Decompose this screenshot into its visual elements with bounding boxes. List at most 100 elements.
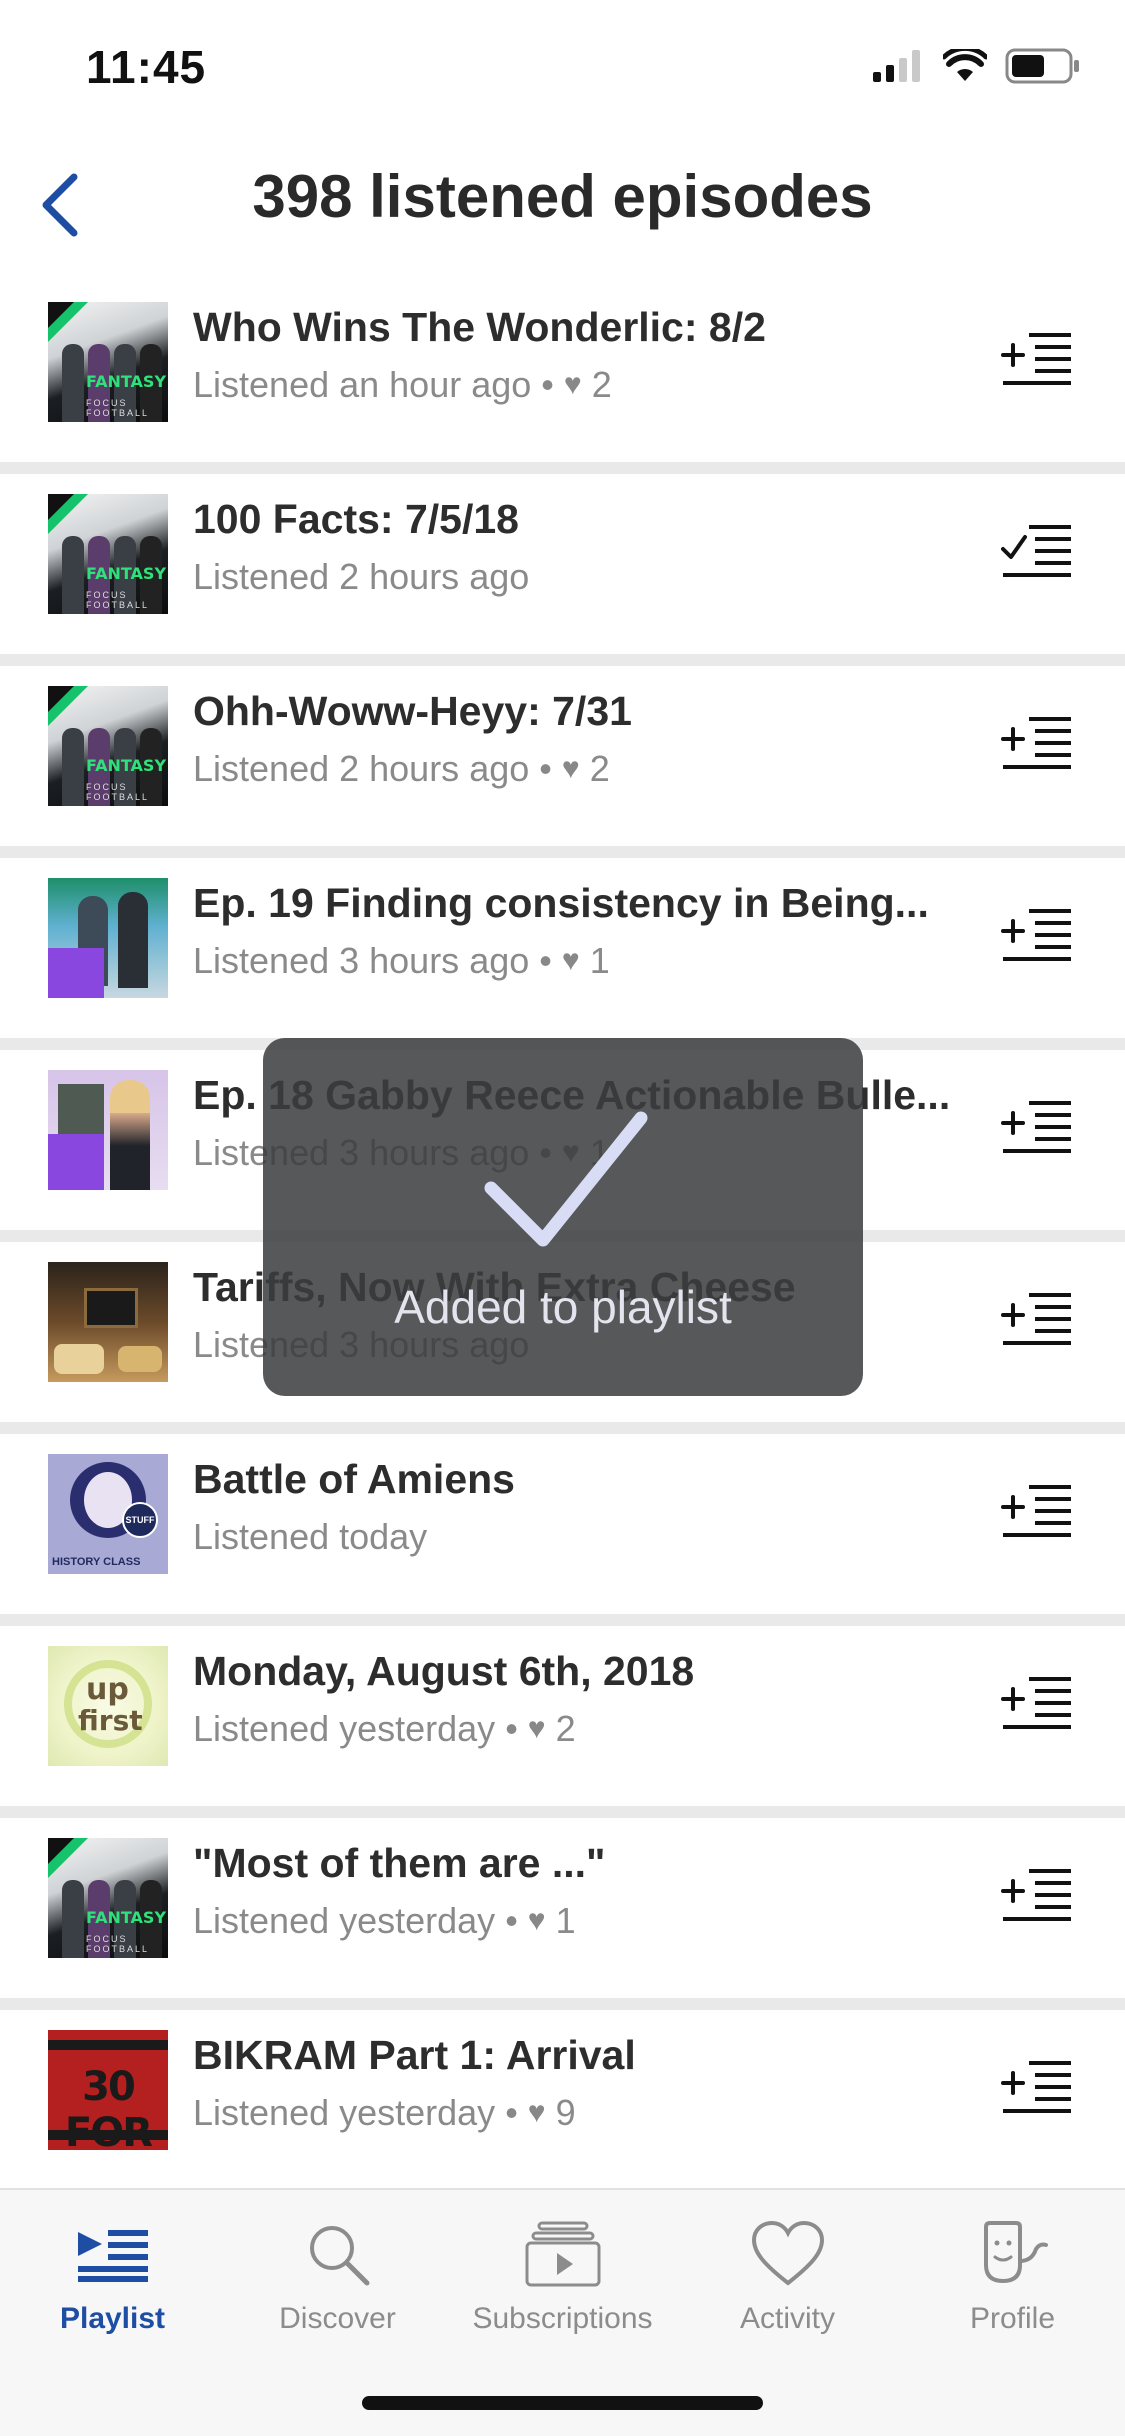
- artwork-text: first: [78, 1704, 143, 1737]
- episode-row[interactable]: Ep. 19 Finding consistency in Being... Li…: [0, 858, 1125, 1050]
- artwork-subtext: FOCUS FOOTBALL: [86, 1934, 150, 1954]
- episode-artwork: FANTASY FOCUS FOOTBALL: [48, 1838, 168, 1958]
- add-to-playlist-button[interactable]: [997, 322, 1077, 394]
- tab-label: Subscriptions: [472, 2302, 653, 2335]
- heart-icon: ♥: [561, 752, 580, 785]
- toast: Added to playlist: [263, 1038, 863, 1396]
- episode-meta: Listened today: [193, 1516, 427, 1558]
- artwork-text: FANTASY: [86, 372, 167, 391]
- episode-row[interactable]: up first Monday, August 6th, 2018 Listened …: [0, 1626, 1125, 1818]
- episode-row[interactable]: FANTASY FOCUS FOOTBALL "Most of them are .…: [0, 1818, 1125, 2010]
- separator-dot: •: [541, 364, 554, 405]
- episode-meta: Listened yesterday • ♥ 1: [193, 1900, 576, 1942]
- add-to-playlist-icon: [1001, 1677, 1071, 1729]
- episode-artwork: up first: [48, 1646, 168, 1766]
- episode-artwork: 30 FOR 30: [48, 2030, 168, 2150]
- add-to-playlist-icon: [1001, 1101, 1071, 1153]
- cellular-signal-icon: [873, 50, 920, 82]
- add-to-playlist-button[interactable]: [997, 1858, 1077, 1930]
- tab-activity[interactable]: Activity: [675, 2214, 900, 2344]
- tab-discover[interactable]: Discover: [225, 2214, 450, 2344]
- like-count: 1: [589, 940, 610, 981]
- episode-meta: Listened 2 hours ago: [193, 556, 529, 598]
- artwork-subtext: FOCUS FOOTBALL: [86, 398, 150, 418]
- tab-profile[interactable]: Profile: [900, 2214, 1125, 2344]
- home-indicator: [362, 2396, 763, 2410]
- artwork-text: FANTASY: [86, 756, 167, 775]
- separator-dot: •: [505, 1708, 518, 1749]
- episode-title: Who Wins The Wonderlic: 8/2: [193, 304, 766, 350]
- episode-artwork: FANTASY FOCUS FOOTBALL: [48, 302, 168, 422]
- status-icons: [873, 48, 1081, 84]
- episode-meta-text: Listened yesterday: [193, 1900, 496, 1941]
- artwork-text: HISTORY CLASS: [52, 1556, 141, 1568]
- add-to-playlist-button[interactable]: [997, 1090, 1077, 1162]
- episode-title: Ep. 19 Finding consistency in Being...: [193, 880, 929, 926]
- episode-row[interactable]: STUFF HISTORY CLASS Battle of Amiens Listen…: [0, 1434, 1125, 1626]
- episode-meta: Listened yesterday • ♥ 2: [193, 1708, 576, 1750]
- playlist-icon: [77, 2230, 148, 2282]
- tab-playlist[interactable]: Playlist: [0, 2214, 225, 2344]
- add-to-playlist-button[interactable]: [997, 1282, 1077, 1354]
- episode-row[interactable]: FANTASY FOCUS FOOTBALL Ohh-Woww-Heyy: 7/31…: [0, 666, 1125, 858]
- nav-header: 398 listened episodes: [0, 140, 1125, 270]
- episode-artwork: [48, 1070, 168, 1190]
- heart-icon: ♥: [561, 944, 580, 977]
- like-count: 1: [555, 1900, 576, 1941]
- wifi-icon: [943, 49, 987, 81]
- separator-dot: •: [539, 748, 552, 789]
- episode-meta-text: Listened 3 hours ago: [193, 940, 530, 981]
- like-count: 2: [589, 748, 610, 789]
- episode-artwork: [48, 878, 168, 998]
- add-to-playlist-button[interactable]: [997, 2050, 1077, 2122]
- add-to-playlist-icon: [1001, 909, 1071, 961]
- add-to-playlist-button[interactable]: [997, 898, 1077, 970]
- add-to-playlist-button[interactable]: [997, 1666, 1077, 1738]
- episode-title: 100 Facts: 7/5/18: [193, 496, 519, 542]
- episode-meta-text: Listened an hour ago: [193, 364, 532, 405]
- heart-icon: ♥: [527, 1712, 546, 1745]
- status-bar: 11:45: [0, 0, 1125, 135]
- episode-meta: Listened 3 hours ago• ♥ 1: [193, 940, 610, 982]
- tab-label: Activity: [739, 2302, 835, 2335]
- artwork-badge: STUFF: [122, 1502, 158, 1538]
- add-to-playlist-icon: [1001, 1293, 1071, 1345]
- episode-title: Monday, August 6th, 2018: [193, 1648, 695, 1694]
- artwork-text: 30 FOR 30: [64, 2064, 153, 2150]
- episode-meta-text: Listened yesterday: [193, 2092, 496, 2133]
- toast-label: Added to playlist: [394, 1281, 732, 1333]
- battery-icon: [1005, 48, 1079, 84]
- episode-row[interactable]: 30 FOR 30 BIKRAM Part 1: Arrival Listened …: [0, 2010, 1125, 2202]
- add-to-playlist-icon: [1001, 1485, 1071, 1537]
- heart-icon: ♥: [527, 1904, 546, 1937]
- artwork-text: FANTASY: [86, 564, 167, 583]
- tab-label: Profile: [969, 2302, 1056, 2335]
- artwork-subtext: FOCUS FOOTBALL: [86, 590, 150, 610]
- add-to-playlist-button[interactable]: [997, 706, 1077, 778]
- like-count: 2: [555, 1708, 576, 1749]
- add-to-playlist-icon: [1001, 1869, 1071, 1921]
- heart-icon: [751, 2221, 824, 2286]
- separator-dot: •: [539, 940, 552, 981]
- episode-artwork: FANTASY FOCUS FOOTBALL: [48, 494, 168, 614]
- episode-title: Battle of Amiens: [193, 1456, 515, 1502]
- episode-title: BIKRAM Part 1: Arrival: [193, 2032, 636, 2078]
- episode-meta: Listened an hour ago • ♥ 2: [193, 364, 612, 406]
- episode-row[interactable]: FANTASY FOCUS FOOTBALL 100 Facts: 7/5/18 Li…: [0, 474, 1125, 666]
- episode-artwork: [48, 1262, 168, 1382]
- artwork-text: FANTASY: [86, 1908, 167, 1927]
- tab-subscriptions[interactable]: Subscriptions: [450, 2214, 675, 2344]
- episode-row[interactable]: FANTASY FOCUS FOOTBALL Who Wins The Wonder…: [0, 282, 1125, 474]
- episode-artwork: FANTASY FOCUS FOOTBALL: [48, 686, 168, 806]
- heart-icon: ♥: [563, 368, 582, 401]
- episode-meta-text: Listened 2 hours ago: [193, 748, 530, 789]
- separator-dot: •: [505, 1900, 518, 1941]
- add-to-playlist-icon: [1001, 717, 1071, 769]
- tab-label: Discover: [279, 2302, 396, 2335]
- tab-label: Playlist: [59, 2302, 166, 2335]
- added-to-playlist-button[interactable]: [997, 514, 1077, 586]
- artwork-subtext: FOCUS FOOTBALL: [86, 782, 150, 802]
- add-to-playlist-button[interactable]: [997, 1474, 1077, 1546]
- added-to-playlist-icon: [1001, 525, 1071, 577]
- episode-meta-text: Listened 2 hours ago: [193, 556, 530, 597]
